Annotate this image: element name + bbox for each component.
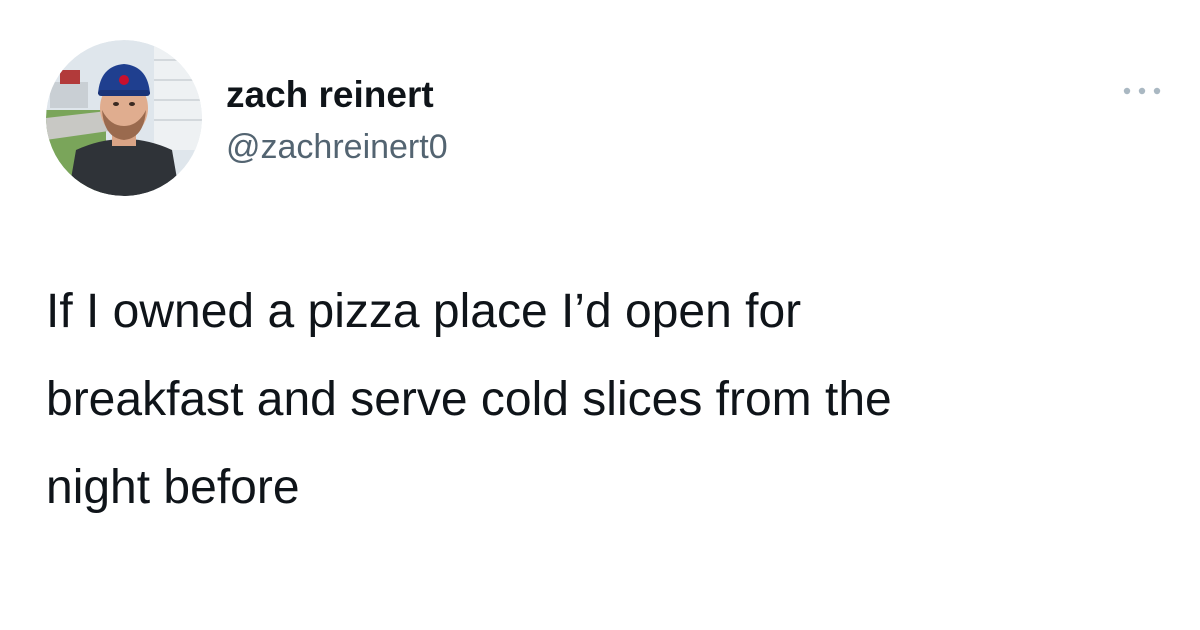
tweet-text: If I owned a pizza place I’d open for br… — [46, 285, 892, 514]
author-display-name[interactable]: zach reinert — [226, 74, 434, 116]
author-handle[interactable]: @zachreinert0 — [226, 128, 448, 167]
tweet-card: zach reinert @zachreinert0 If I owned a … — [0, 0, 1200, 630]
more-horizontal-icon — [1123, 87, 1161, 95]
profile-photo-icon — [46, 40, 202, 196]
more-options-button[interactable] — [1112, 76, 1172, 106]
avatar[interactable] — [46, 40, 202, 196]
